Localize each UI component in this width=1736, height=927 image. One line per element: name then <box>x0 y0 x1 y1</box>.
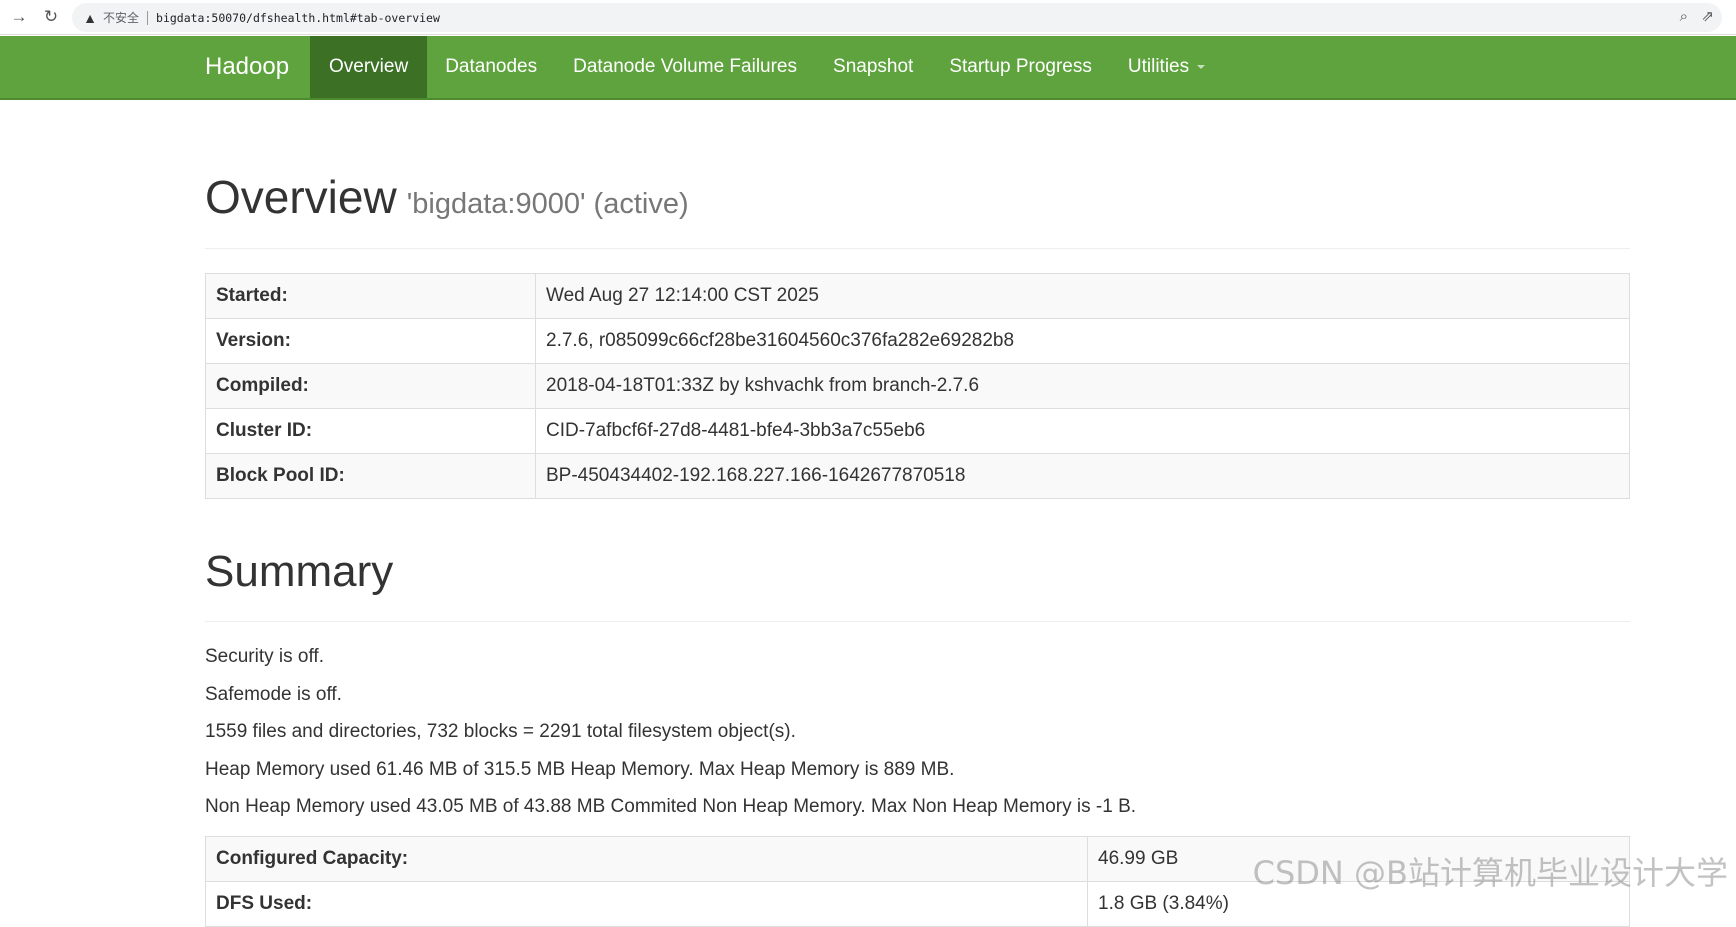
row-value: 2.7.6, r085099c66cf28be31604560c376fa282… <box>535 318 1630 364</box>
summary-line-files: 1559 files and directories, 732 blocks =… <box>205 721 796 742</box>
row-key: Block Pool ID: <box>205 453 536 499</box>
table-row: Block Pool ID: BP-450434402-192.168.227.… <box>205 453 1630 499</box>
row-key: Started: <box>205 273 536 319</box>
forward-arrow-icon[interactable]: → <box>8 6 30 28</box>
nav-datanode-volume-failures[interactable]: Datanode Volume Failures <box>555 36 815 98</box>
table-row: Started: Wed Aug 27 12:14:00 CST 2025 <box>205 273 1630 319</box>
address-separator <box>147 10 149 25</box>
nav-datanodes[interactable]: Datanodes <box>427 36 555 98</box>
nav-utilities-dropdown[interactable]: Utilities <box>1110 36 1223 98</box>
share-icon[interactable]: ⇗ <box>1701 7 1714 25</box>
row-value: Wed Aug 27 12:14:00 CST 2025 <box>535 273 1630 319</box>
overview-table: Started: Wed Aug 27 12:14:00 CST 2025 Ve… <box>205 273 1630 499</box>
nav-utilities-label: Utilities <box>1127 56 1190 77</box>
summary-title: Summary <box>205 547 394 596</box>
overview-header: Overview 'bigdata:9000' (active) <box>205 170 1630 249</box>
page-title: Overview <box>205 171 397 223</box>
warning-icon[interactable]: ▲ <box>82 10 98 26</box>
brand-logo[interactable]: Hadoop <box>205 36 289 98</box>
page-subtitle: 'bigdata:9000' (active) <box>406 188 689 220</box>
row-key: Version: <box>205 318 536 364</box>
summary-line-heap: Heap Memory used 61.46 MB of 315.5 MB He… <box>205 758 955 780</box>
table-row: Compiled: 2018-04-18T01:33Z by kshvachk … <box>205 363 1630 409</box>
summary-line-nonheap: Non Heap Memory used 43.05 MB of 43.88 M… <box>205 796 1137 817</box>
summary-header: Summary <box>205 547 1630 622</box>
summary-line-security: Security is off. <box>205 646 324 667</box>
main-content: Overview 'bigdata:9000' (active) Started:… <box>205 100 1630 927</box>
browser-toolbar: → ↻ ▲ 不安全 bigdata:50070/dfshealth.html#t… <box>0 0 1736 35</box>
table-row: Cluster ID: CID-7afbcf6f-27d8-4481-bfe4-… <box>205 408 1630 454</box>
url-text[interactable]: bigdata:50070/dfshealth.html#tab-overvie… <box>156 11 440 25</box>
summary-line-safemode: Safemode is off. <box>205 683 342 705</box>
row-value: CID-7afbcf6f-27d8-4481-bfe4-3bb3a7c55eb6 <box>535 408 1630 454</box>
row-key: Cluster ID: <box>205 408 536 454</box>
nav-startup-progress[interactable]: Startup Progress <box>931 36 1110 98</box>
summary-lines: Security is off. Safemode is off. 1559 f… <box>205 638 1630 826</box>
top-navbar: Hadoop Overview Datanodes Datanode Volum… <box>0 36 1736 100</box>
nav-menu: Overview Datanodes Datanode Volume Failu… <box>310 36 1223 98</box>
nav-overview[interactable]: Overview <box>310 36 428 98</box>
table-row: Version: 2.7.6, r085099c66cf28be31604560… <box>205 318 1630 364</box>
csdn-watermark: CSDN @B站计算机毕业设计大学 <box>1252 854 1728 892</box>
security-label[interactable]: 不安全 <box>103 9 139 26</box>
row-key: DFS Used: <box>205 880 1088 927</box>
zoom-icon[interactable]: ⌕ <box>1680 8 1688 25</box>
row-key: Configured Capacity: <box>205 835 1088 882</box>
reload-icon[interactable]: ↻ <box>40 6 62 28</box>
nav-snapshot[interactable]: Snapshot <box>815 36 931 98</box>
caret-down-icon <box>1197 64 1206 69</box>
row-key: Compiled: <box>205 363 536 409</box>
address-bar[interactable]: ▲ 不安全 bigdata:50070/dfshealth.html#tab-o… <box>72 3 1722 32</box>
row-value: 2018-04-18T01:33Z by kshvachk from branc… <box>535 363 1630 409</box>
row-value: BP-450434402-192.168.227.166-16426778705… <box>535 453 1630 499</box>
